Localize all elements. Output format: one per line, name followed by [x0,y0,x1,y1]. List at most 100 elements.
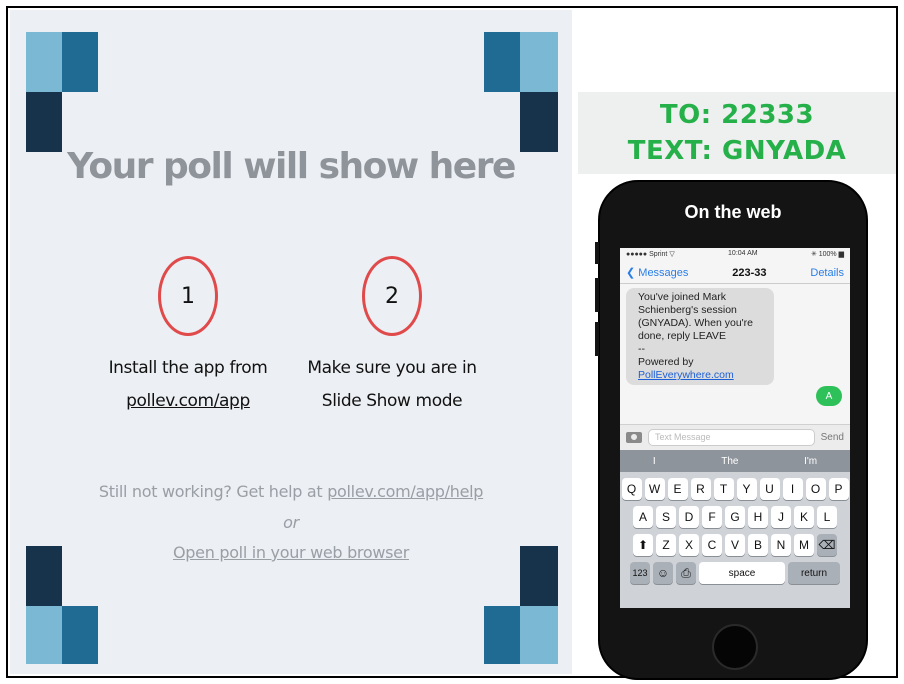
camera-icon[interactable] [626,432,642,443]
key[interactable]: W [644,478,665,500]
delete-key[interactable]: ⌫ [817,534,837,556]
keyboard: I The I'm Q W E R T Y U I O P A S D F G … [620,450,850,608]
carrier: ●●●●● Sprint ▽ [626,251,675,258]
key[interactable]: Z [656,534,676,556]
suggestion-bar: I The I'm [620,450,850,472]
step-2-line-1: Make sure you are in [307,358,477,378]
key-row-2: A S D F G H J K L [620,506,850,528]
key[interactable]: P [828,478,849,500]
return-key[interactable]: return [788,562,840,584]
phone-button [595,242,599,264]
open-in-browser-link[interactable]: Open poll in your web browser [173,543,409,562]
key[interactable]: R [690,478,711,500]
message-line: done, reply LEAVE [638,330,726,342]
key-row-3: ⬆ Z X C V B N M ⌫ [620,534,850,556]
step-1-circle: 1 [158,256,218,336]
corner-tile [520,92,558,152]
suggestion[interactable]: I'm [804,456,817,467]
key[interactable]: V [725,534,745,556]
poll-title: Your poll will show here [67,146,516,187]
send-button[interactable]: Send [821,432,844,443]
phone-button [595,278,599,312]
key[interactable]: Y [736,478,757,500]
numbers-key[interactable]: 123 [630,562,650,584]
key-row-4: 123 ☺ ⎙ space return [620,562,850,584]
help-text: Still not working? Get help at pollev.co… [10,482,572,501]
message-input-bar: Text Message Send [620,424,850,450]
corner-tile [484,606,520,664]
key[interactable]: G [725,506,745,528]
message-line: -- [638,343,645,355]
key[interactable]: F [702,506,722,528]
key[interactable]: D [679,506,699,528]
corner-tile [26,92,62,152]
key[interactable]: I [782,478,803,500]
key[interactable]: B [748,534,768,556]
step-2-text: Make sure you are in Slide Show mode [287,352,497,418]
home-button [712,624,758,670]
outgoing-message: A [816,386,842,406]
key[interactable]: A [633,506,653,528]
phone-illustration: On the web ●●●●● Sprint ▽ 10:04 AM ✳ 100… [595,180,868,680]
emoji-icon[interactable]: ☺ [653,562,673,584]
key[interactable]: J [771,506,791,528]
suggestion[interactable]: I [653,456,656,467]
corner-tile [62,606,98,664]
corner-tile [520,32,558,92]
details-button[interactable]: Details [810,267,844,279]
message-input[interactable]: Text Message [648,429,815,446]
key[interactable]: H [748,506,768,528]
app-link[interactable]: pollev.com/app [126,391,250,411]
key[interactable]: M [794,534,814,556]
message-line: Powered by [638,356,694,368]
step-1-number: 1 [181,283,195,309]
help-prefix: Still not working? Get help at [98,482,328,501]
key[interactable]: C [702,534,722,556]
help-or: or [283,513,299,532]
suggestion[interactable]: The [721,456,738,467]
polleverywhere-link[interactable]: PollEverywhere.com [638,369,734,381]
key[interactable]: K [794,506,814,528]
corner-tile [520,606,558,664]
text-instructions-banner: TO: 22333 TEXT: GNYADA [578,92,896,174]
key[interactable]: U [759,478,780,500]
key[interactable]: S [656,506,676,528]
shift-key[interactable]: ⬆ [633,534,653,556]
help-link[interactable]: pollev.com/app/help [327,482,483,501]
chevron-left-icon: ❮ [626,267,639,279]
key[interactable]: L [817,506,837,528]
battery: ✳ 100% ▆ [810,251,844,258]
step-1-line: Install the app from [108,358,268,378]
banner-to: TO: 22333 [659,100,815,130]
messages-navbar: ❮ Messages 223-33 Details [620,262,850,284]
key[interactable]: T [713,478,734,500]
corner-tile [484,32,520,92]
step-1-text: Install the app from pollev.com/app [83,352,293,418]
microphone-icon[interactable]: ⎙ [676,562,696,584]
space-key[interactable]: space [699,562,785,584]
step-2-line-2: Slide Show mode [321,391,463,411]
key[interactable]: O [805,478,826,500]
key[interactable]: E [667,478,688,500]
message-line: You've joined Mark [638,291,727,303]
conversation-title: 223-33 [732,266,767,279]
step-2-number: 2 [385,283,399,309]
back-button[interactable]: ❮ Messages [626,266,688,279]
corner-tile [62,32,98,92]
message-line: Schienberg's session [638,304,737,316]
corner-tile [26,32,62,92]
phone-button [595,322,599,356]
phone-header: On the web [684,202,782,222]
phone-screen: ●●●●● Sprint ▽ 10:04 AM ✳ 100% ▆ ❮ Messa… [620,248,850,608]
key[interactable]: X [679,534,699,556]
back-label: Messages [638,267,689,279]
poll-panel: Your poll will show here 1 2 Install the… [10,10,572,674]
key[interactable]: N [771,534,791,556]
banner-text: TEXT: GNYADA [627,136,847,166]
incoming-message: You've joined Mark Schienberg's session … [626,288,774,385]
key-row-1: Q W E R T Y U I O P [620,478,850,500]
status-bar: ●●●●● Sprint ▽ 10:04 AM ✳ 100% ▆ [620,248,850,262]
clock: 10:04 AM [728,250,758,257]
key[interactable]: Q [621,478,642,500]
step-2-circle: 2 [362,256,422,336]
